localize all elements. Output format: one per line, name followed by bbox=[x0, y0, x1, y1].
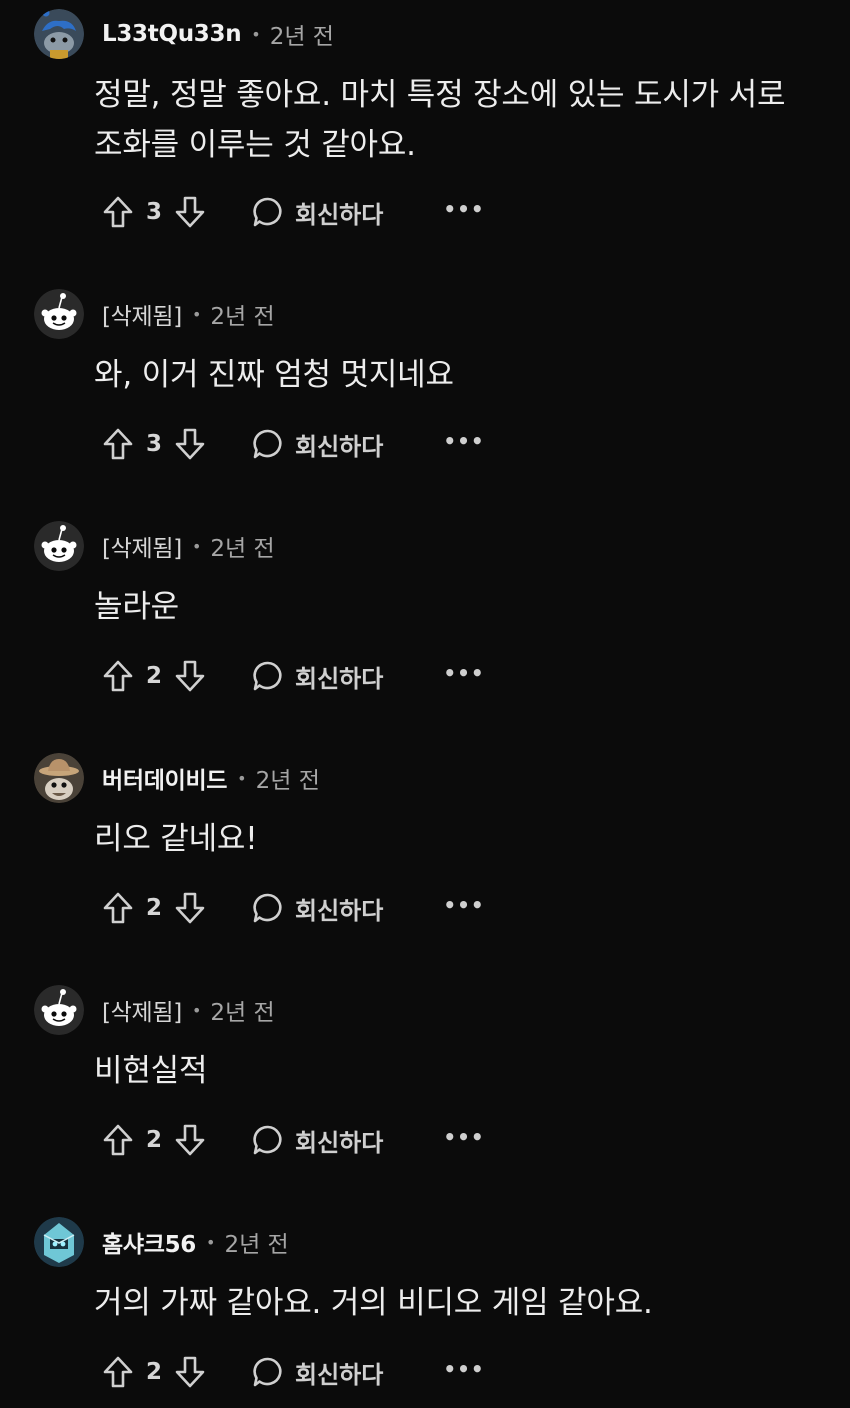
upvote-arrow-icon[interactable] bbox=[102, 891, 134, 925]
downvote-arrow-icon[interactable] bbox=[174, 427, 206, 461]
reply-label: 회신하다 bbox=[295, 1128, 384, 1157]
meta-separator: • bbox=[191, 304, 202, 324]
downvote-arrow-icon[interactable] bbox=[174, 195, 206, 229]
comment-actions: 3 회신하다 ••• bbox=[102, 424, 485, 464]
comment-header: 버터데이비드 • 2년 전 bbox=[34, 752, 320, 804]
downvote-arrow-icon[interactable] bbox=[174, 1123, 206, 1157]
comment-body: 비현실적 bbox=[94, 1046, 814, 1096]
downvote-arrow-icon[interactable] bbox=[174, 1355, 206, 1389]
reply-button[interactable]: 회신하다 bbox=[252, 659, 383, 694]
comment-body: 정말, 정말 좋아요. 마치 특정 장소에 있는 도시가 서로 조화를 이루는 … bbox=[94, 70, 814, 170]
comment-actions: 3 회신하다 ••• bbox=[102, 192, 485, 232]
more-options-icon[interactable]: ••• bbox=[443, 1359, 484, 1385]
reply-label: 회신하다 bbox=[295, 1360, 384, 1389]
reply-label: 회신하다 bbox=[295, 432, 384, 461]
upvote-arrow-icon[interactable] bbox=[102, 195, 134, 229]
comment-text-line: 거의 가짜 같아요. 거의 비디오 게임 같아요. bbox=[94, 1285, 653, 1321]
reply-button[interactable]: 회신하다 bbox=[252, 195, 383, 230]
comment-timestamp: 2년 전 bbox=[210, 536, 275, 562]
comment-thread: L33tQu33n • 2년 전 정말, 정말 좋아요. 마치 특정 장소에 있… bbox=[0, 0, 850, 1408]
comment-timestamp: 2년 전 bbox=[210, 304, 275, 330]
comment-author[interactable]: 버터데이비드 bbox=[102, 761, 227, 795]
vote-score: 2 bbox=[145, 663, 162, 689]
speech-bubble-icon bbox=[253, 893, 282, 923]
comment-text-line: 비현실적 bbox=[94, 1053, 208, 1089]
comment-author[interactable]: L33tQu33n bbox=[102, 21, 242, 47]
comment-timestamp: 2년 전 bbox=[269, 24, 334, 50]
user-avatar-icon[interactable] bbox=[34, 289, 84, 339]
vote-score: 2 bbox=[145, 895, 162, 921]
comment-actions: 2 회신하다 ••• bbox=[102, 656, 485, 696]
speech-bubble-icon bbox=[253, 429, 282, 459]
more-options-icon[interactable]: ••• bbox=[443, 895, 484, 921]
user-avatar-icon[interactable] bbox=[34, 9, 84, 59]
downvote-arrow-icon[interactable] bbox=[174, 891, 206, 925]
comment-header: L33tQu33n • 2년 전 bbox=[34, 8, 334, 60]
comment-actions: 2 회신하다 ••• bbox=[102, 1352, 485, 1392]
reply-label: 회신하다 bbox=[295, 664, 384, 693]
speech-bubble-icon bbox=[253, 1125, 282, 1155]
comment-timestamp: 2년 전 bbox=[224, 1232, 289, 1258]
user-avatar-icon[interactable] bbox=[34, 521, 84, 571]
comment-author[interactable]: 홈샤크56 bbox=[102, 1225, 196, 1259]
reply-button[interactable]: 회신하다 bbox=[252, 1123, 383, 1158]
comment-text-line: 정말, 정말 좋아요. 마치 특정 장소에 있는 도시가 서로 bbox=[94, 77, 786, 113]
comment-actions: 2 회신하다 ••• bbox=[102, 1120, 485, 1160]
comment-author: [삭제됨] bbox=[102, 536, 182, 562]
comment-body: 놀라운 bbox=[94, 582, 814, 632]
reply-button[interactable]: 회신하다 bbox=[252, 1355, 383, 1390]
comment-header: [삭제됨] • 2년 전 bbox=[34, 288, 275, 340]
comment-timestamp: 2년 전 bbox=[210, 1000, 275, 1026]
reply-button[interactable]: 회신하다 bbox=[252, 427, 383, 462]
comment-body: 리오 같네요! bbox=[94, 814, 814, 864]
user-avatar-icon[interactable] bbox=[34, 985, 84, 1035]
comment-header: 홈샤크56 • 2년 전 bbox=[34, 1216, 289, 1268]
upvote-arrow-icon[interactable] bbox=[102, 1123, 134, 1157]
speech-bubble-icon bbox=[253, 661, 282, 691]
meta-separator: • bbox=[191, 1000, 202, 1020]
comment-actions: 2 회신하다 ••• bbox=[102, 888, 485, 928]
vote-score: 3 bbox=[145, 431, 162, 457]
user-avatar-icon[interactable] bbox=[34, 1217, 84, 1267]
more-options-icon[interactable]: ••• bbox=[443, 199, 484, 225]
upvote-arrow-icon[interactable] bbox=[102, 1355, 134, 1389]
comment-text-line: 조화를 이루는 것 같아요. bbox=[94, 127, 416, 163]
comment-header: [삭제됨] • 2년 전 bbox=[34, 984, 275, 1036]
comment-author: [삭제됨] bbox=[102, 1000, 182, 1026]
speech-bubble-icon bbox=[253, 1357, 282, 1387]
more-options-icon[interactable]: ••• bbox=[443, 431, 484, 457]
comment-author: [삭제됨] bbox=[102, 304, 182, 330]
meta-separator: • bbox=[206, 1232, 216, 1252]
comment-timestamp: 2년 전 bbox=[255, 768, 320, 794]
comment-body: 와, 이거 진짜 엄청 멋지네요 bbox=[94, 350, 814, 400]
comment-text-line: 리오 같네요! bbox=[94, 821, 258, 857]
reply-button[interactable]: 회신하다 bbox=[252, 891, 383, 926]
downvote-arrow-icon[interactable] bbox=[174, 659, 206, 693]
reply-label: 회신하다 bbox=[295, 896, 384, 925]
vote-score: 3 bbox=[145, 199, 162, 225]
comment-text-line: 와, 이거 진짜 엄청 멋지네요 bbox=[94, 357, 454, 393]
comment-text-line: 놀라운 bbox=[94, 589, 179, 625]
more-options-icon[interactable]: ••• bbox=[443, 663, 484, 689]
upvote-arrow-icon[interactable] bbox=[102, 427, 134, 461]
comment-body: 거의 가짜 같아요. 거의 비디오 게임 같아요. bbox=[94, 1278, 814, 1328]
upvote-arrow-icon[interactable] bbox=[102, 659, 134, 693]
vote-score: 2 bbox=[145, 1359, 162, 1385]
reply-label: 회신하다 bbox=[295, 200, 384, 229]
vote-score: 2 bbox=[145, 1127, 162, 1153]
meta-separator: • bbox=[237, 768, 247, 788]
meta-separator: • bbox=[191, 536, 202, 556]
user-avatar-icon[interactable] bbox=[34, 753, 84, 803]
more-options-icon[interactable]: ••• bbox=[443, 1127, 484, 1153]
meta-separator: • bbox=[251, 24, 261, 44]
comment-header: [삭제됨] • 2년 전 bbox=[34, 520, 275, 572]
speech-bubble-icon bbox=[253, 197, 282, 227]
